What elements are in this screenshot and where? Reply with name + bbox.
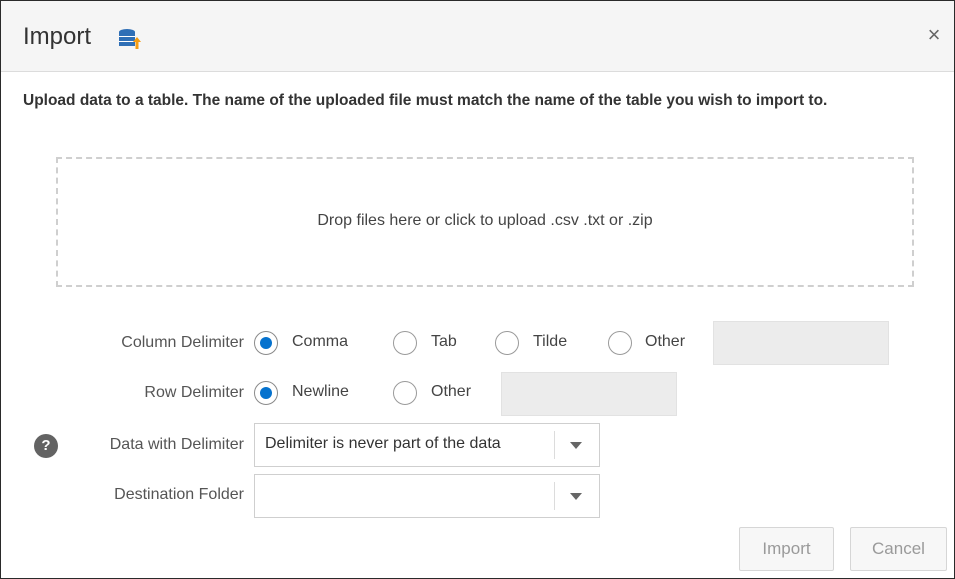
close-icon[interactable]: × <box>920 21 948 49</box>
destination-folder-label: Destination Folder <box>114 486 244 503</box>
column-delimiter-tilde-label[interactable]: Tilde <box>533 333 567 351</box>
column-delimiter-other-label[interactable]: Other <box>645 333 685 351</box>
data-with-delimiter-label: Data with Delimiter <box>109 436 244 453</box>
column-delimiter-label: Column Delimiter <box>121 334 244 351</box>
row-delimiter-other-input[interactable] <box>501 372 677 416</box>
row-delimiter-other-radio[interactable] <box>393 381 417 405</box>
help-icon[interactable]: ? <box>34 434 58 458</box>
data-with-delimiter-select[interactable]: Delimiter is never part of the data <box>254 423 600 467</box>
column-delimiter-other-radio[interactable] <box>608 331 632 355</box>
row-delimiter-other-label[interactable]: Other <box>431 383 471 401</box>
database-upload-icon <box>119 29 141 49</box>
column-delimiter-other-input[interactable] <box>713 321 889 365</box>
cancel-button[interactable]: Cancel <box>850 527 947 571</box>
column-delimiter-comma-radio[interactable] <box>254 331 278 355</box>
dialog-description: Upload data to a table. The name of the … <box>23 92 828 109</box>
column-delimiter-comma-label[interactable]: Comma <box>292 333 348 351</box>
import-button[interactable]: Import <box>739 527 834 571</box>
column-delimiter-tilde-radio[interactable] <box>495 331 519 355</box>
dropzone-text: Drop files here or click to upload .csv … <box>317 212 653 229</box>
column-delimiter-tab-radio[interactable] <box>393 331 417 355</box>
chevron-down-icon[interactable] <box>570 442 582 449</box>
dialog-title: Import <box>23 23 92 50</box>
chevron-down-icon[interactable] <box>570 493 582 500</box>
select-divider <box>554 482 555 510</box>
select-divider <box>554 431 555 459</box>
dialog-titlebar: Import × <box>1 1 954 72</box>
import-dialog: Import × Upload data to a table. The nam… <box>0 0 955 579</box>
row-delimiter-newline-radio[interactable] <box>254 381 278 405</box>
row-delimiter-newline-label[interactable]: Newline <box>292 383 349 401</box>
column-delimiter-tab-label[interactable]: Tab <box>431 333 457 351</box>
row-delimiter-label: Row Delimiter <box>144 384 244 401</box>
data-with-delimiter-value: Delimiter is never part of the data <box>265 435 501 452</box>
file-dropzone[interactable]: Drop files here or click to upload .csv … <box>56 157 914 287</box>
destination-folder-select[interactable] <box>254 474 600 518</box>
